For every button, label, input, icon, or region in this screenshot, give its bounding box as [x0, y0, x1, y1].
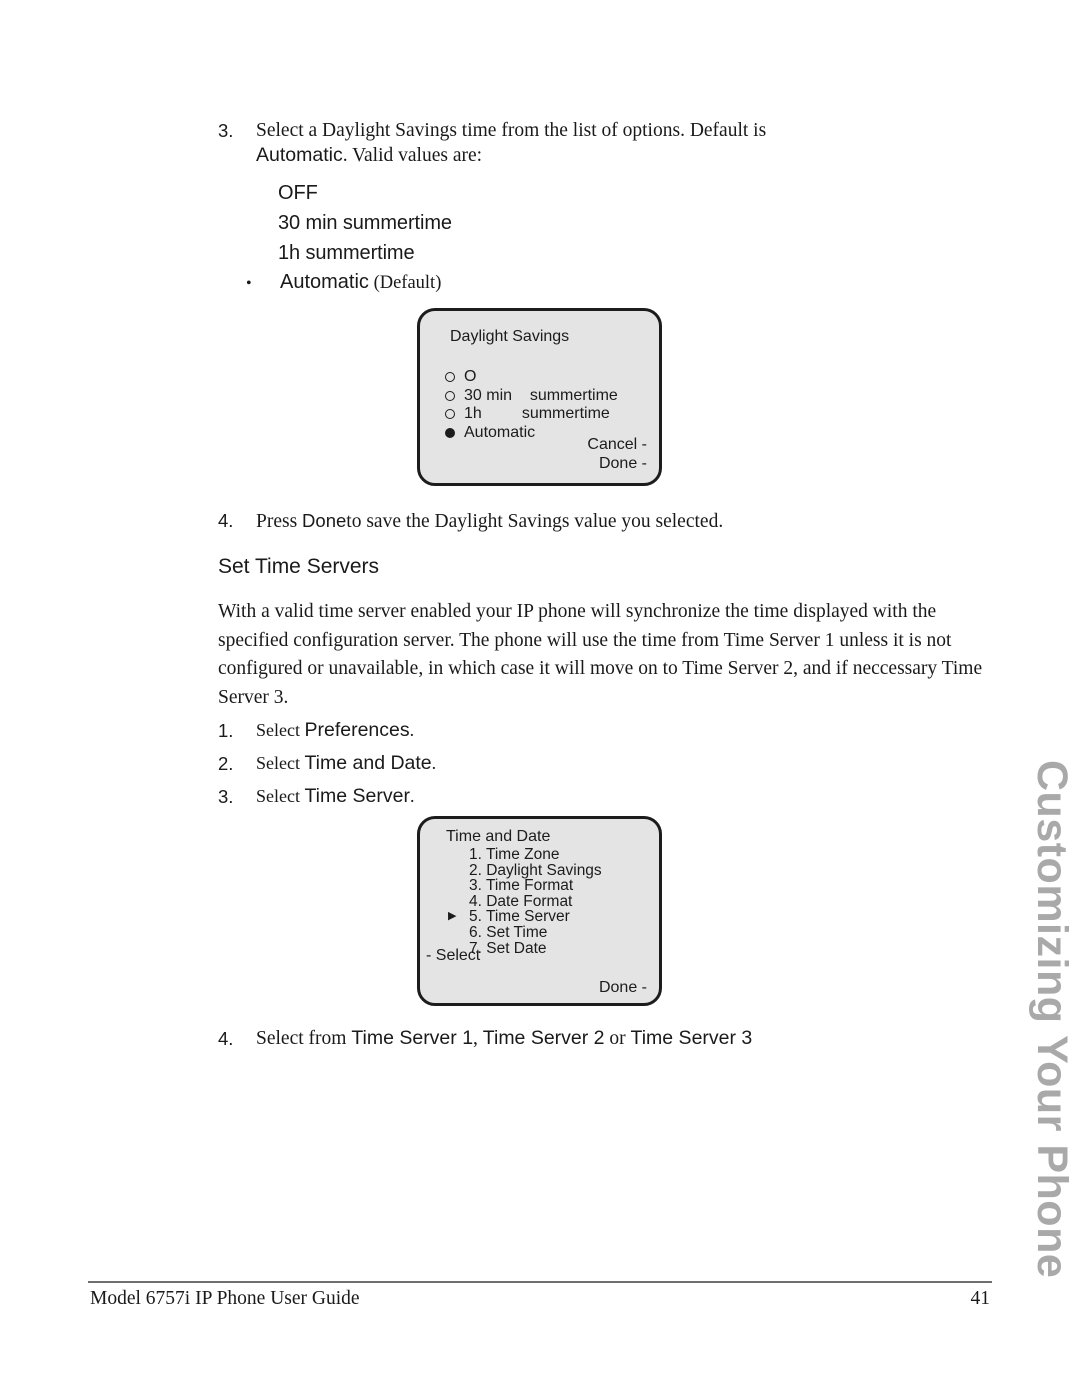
step-4-daylight-text: Press Doneto save the Daylight Savings v…	[256, 508, 918, 534]
screen1-option-row[interactable]: 30 min summertime	[445, 387, 618, 406]
menu-item-label: 1. Time Zone	[469, 846, 560, 863]
step-2-number: 2.	[218, 753, 234, 774]
radio-on-icon[interactable]	[445, 427, 464, 438]
footer-page-number: 41	[970, 1288, 991, 1309]
step-2-select-time-and-date: 2. Select Time and Date.	[218, 751, 638, 776]
step-4b-separator: ,	[473, 1028, 483, 1049]
option-line-1h: 1h summertime	[278, 242, 415, 264]
screen1-radio-list: O 30 min summertime 1h summertime Automa…	[445, 368, 618, 442]
screen1-softkeys: Cancel - Done -	[587, 435, 647, 473]
step-4-time-server-item: 4. Select from Time Server 1, Time Serve…	[218, 1026, 918, 1051]
step-3-number: 3.	[218, 120, 234, 141]
step-3-item: 3. Select a Daylight Savings time from t…	[218, 118, 838, 168]
option-line-off: OFF	[278, 182, 318, 204]
screen1-option-row[interactable]: O	[445, 368, 618, 387]
menu-item-selected[interactable]: ▶ 5. Time Server	[448, 909, 602, 925]
menu-item-label: 7. Set Date	[469, 939, 547, 957]
menu-item[interactable]: 2. Daylight Savings	[448, 861, 602, 879]
footer-divider	[88, 1281, 992, 1283]
option-bullet-automatic: • Automatic (Default)	[246, 268, 441, 298]
menu-item[interactable]: 1. Time Zone	[448, 847, 602, 863]
step-4-text-after: to save the Daylight Savings value you s…	[346, 511, 724, 532]
menu-item-label: 6. Set Time	[469, 923, 548, 941]
screen1-option-label: O	[464, 368, 477, 386]
option-bullet-suffix: (Default)	[373, 273, 442, 293]
step-4-daylight-item: 4. Press Doneto save the Daylight Saving…	[218, 508, 918, 534]
step-4-ui-term: Done	[302, 510, 347, 531]
option-line-30min: 30 min summertime	[278, 212, 452, 234]
screen1-option-row[interactable]: 1h summertime	[445, 405, 618, 424]
menu-item-label: 3. Time Format	[469, 877, 574, 895]
option-bullet-label: Automatic (Default)	[280, 268, 441, 297]
step-2-tail: .	[431, 753, 437, 773]
step-3-ui-term: Automatic	[256, 144, 343, 166]
step-2-ui-term: Time and Date	[304, 752, 432, 774]
bullet-marker-icon: •	[246, 275, 252, 292]
step-4b-term-1: Time Server 1	[351, 1027, 474, 1049]
screen2-title: Time and Date	[446, 828, 551, 845]
step-4b-text-before: Select from	[256, 1028, 352, 1049]
section-paragraph: With a valid time server enabled your IP…	[218, 601, 983, 708]
step-4b-number: 4.	[218, 1028, 234, 1049]
step-3b-ui-term: Time Server	[304, 785, 410, 807]
menu-item[interactable]: 6. Set Time	[448, 925, 602, 941]
section-heading-set-time-servers: Set Time Servers	[218, 555, 380, 578]
footer-title: Model 6757i IP Phone User Guide	[90, 1288, 360, 1309]
softkey-done[interactable]: Done -	[599, 978, 647, 997]
step-3-select-time-server: 3. Select Time Server.	[218, 784, 638, 809]
screen1-option-label: 1h summertime	[464, 405, 610, 423]
step-1-number: 1.	[218, 720, 234, 741]
option-bullet-term: Automatic	[280, 271, 369, 293]
screen1-option-label: Automatic	[464, 423, 536, 441]
phone-screen-daylight-savings: Daylight Savings O 30 min summertime 1h …	[417, 308, 662, 486]
step-3-text-before: Select a Daylight Savings time from the …	[256, 120, 767, 141]
softkey-done[interactable]: Done -	[587, 454, 647, 473]
step-3b-select-word: Select	[256, 786, 305, 806]
radio-off-icon[interactable]	[445, 372, 464, 383]
softkey-select[interactable]: - Select	[426, 947, 480, 965]
step-3b-tail: .	[409, 786, 415, 806]
step-1-select-preferences: 1. Select Preferences.	[218, 718, 638, 743]
step-4-text-before: Press	[256, 511, 303, 532]
step-2-select-word: Select	[256, 753, 305, 773]
step-3-text-after: . Valid values are:	[342, 145, 483, 166]
screen2-menu-list: 1. Time Zone 2. Daylight Savings 3. Time…	[448, 847, 602, 956]
step-1-ui-term: Preferences	[304, 719, 410, 741]
step-3b-number: 3.	[218, 786, 234, 807]
step-4b-conjunction: or	[604, 1028, 631, 1049]
radio-off-icon[interactable]	[445, 390, 464, 401]
chapter-side-tab: Customizing Your Phone	[1024, 760, 1080, 1278]
step-4b-text: Select from Time Server 1, Time Server 2…	[256, 1026, 918, 1051]
document-page: 3. Select a Daylight Savings time from t…	[0, 0, 1080, 1397]
step-4-daylight-number: 4.	[218, 510, 234, 531]
phone-screen-time-and-date: Time and Date 1. Time Zone 2. Daylight S…	[417, 816, 662, 1006]
menu-item-label: 2. Daylight Savings	[469, 861, 602, 879]
step-4b-term-3: Time Server 3	[630, 1027, 753, 1049]
menu-item-label: 5. Time Server	[469, 908, 570, 926]
screen1-title: Daylight Savings	[450, 328, 570, 345]
softkey-cancel[interactable]: Cancel -	[587, 435, 647, 454]
step-3-text: Select a Daylight Savings time from the …	[256, 118, 838, 168]
screen1-option-label: 30 min summertime	[464, 386, 618, 404]
step-1-tail: .	[409, 720, 415, 740]
step-1-select-word: Select	[256, 720, 305, 740]
radio-off-icon[interactable]	[445, 409, 464, 420]
screen2-softkeys: Done -	[599, 978, 647, 997]
menu-item-label: 4. Date Format	[469, 892, 573, 910]
chapter-side-tab-label: Customizing Your Phone	[1028, 760, 1076, 1279]
menu-item[interactable]: 3. Time Format	[448, 878, 602, 894]
step-4b-term-2: Time Server 2	[482, 1027, 605, 1049]
menu-item[interactable]: 4. Date Format	[448, 894, 602, 910]
selection-caret-icon: ▶	[448, 910, 457, 923]
